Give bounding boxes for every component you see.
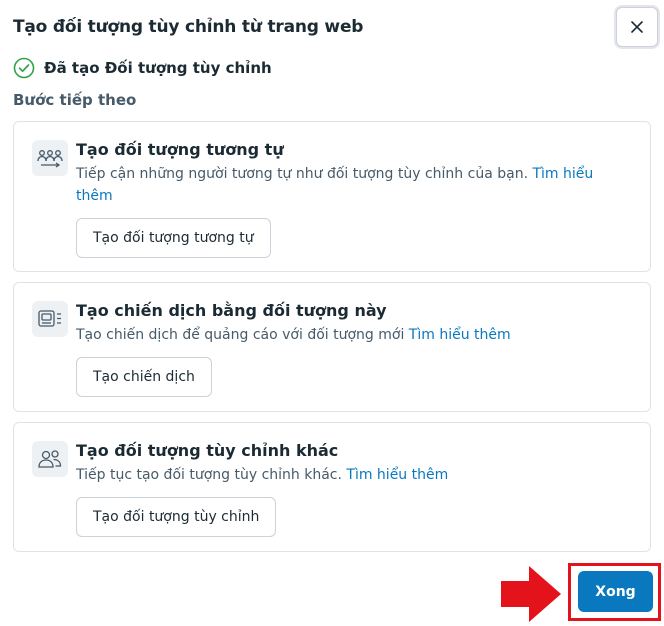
card-description: Tạo chiến dịch để quảng cáo với đối tượn…	[76, 324, 630, 346]
success-label: Đã tạo Đối tượng tùy chỉnh	[44, 59, 272, 77]
learn-more-link[interactable]: Tìm hiểu thêm	[346, 467, 448, 483]
card-description: Tiếp tục tạo đối tượng tùy chỉnh khác. T…	[76, 464, 630, 486]
next-steps-label: Bước tiếp theo	[13, 91, 137, 109]
close-icon	[631, 21, 643, 33]
card-lookalike-audience: Tạo đối tượng tương tự Tiếp cận những ng…	[13, 121, 651, 272]
people-icon	[32, 441, 68, 477]
description-text: Tạo chiến dịch để quảng cáo với đối tượn…	[76, 327, 409, 343]
done-button[interactable]: Xong	[578, 571, 653, 612]
card-another-custom-audience: Tạo đối tượng tùy chỉnh khác Tiếp tục tạ…	[13, 422, 651, 552]
red-arrow-icon	[501, 566, 561, 622]
check-circle-icon	[13, 57, 35, 79]
card-title: Tạo đối tượng tùy chỉnh khác	[76, 441, 339, 460]
create-campaign-button[interactable]: Tạo chiến dịch	[76, 357, 212, 397]
card-description: Tiếp cận những người tương tự như đối tư…	[76, 163, 630, 207]
card-title: Tạo đối tượng tương tự	[76, 140, 284, 159]
campaign-icon	[32, 301, 68, 337]
people-group-icon	[32, 140, 68, 176]
dialog-title: Tạo đối tượng tùy chỉnh từ trang web	[13, 17, 364, 37]
description-text: Tiếp cận những người tương tự như đối tư…	[76, 166, 533, 182]
card-create-campaign: Tạo chiến dịch bằng đối tượng này Tạo ch…	[13, 282, 651, 412]
success-status: Đã tạo Đối tượng tùy chỉnh	[13, 57, 272, 79]
create-custom-audience-button[interactable]: Tạo đối tượng tùy chỉnh	[76, 497, 277, 537]
create-lookalike-button[interactable]: Tạo đối tượng tương tự	[76, 218, 271, 258]
close-button[interactable]	[616, 7, 658, 47]
description-text: Tiếp tục tạo đối tượng tùy chỉnh khác.	[76, 467, 347, 483]
card-title: Tạo chiến dịch bằng đối tượng này	[76, 301, 387, 320]
learn-more-link[interactable]: Tìm hiểu thêm	[409, 327, 511, 343]
